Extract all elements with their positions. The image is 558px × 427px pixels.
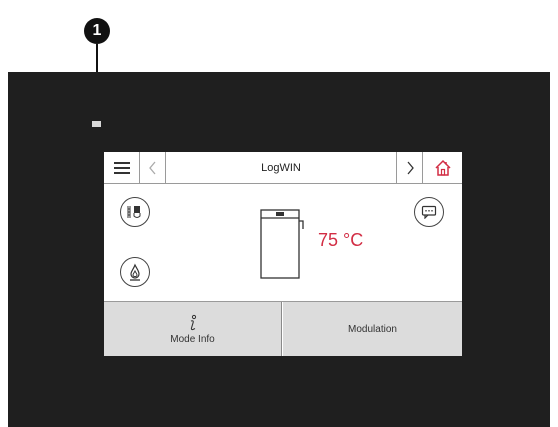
buffer-tank-icon xyxy=(127,206,141,218)
forward-button[interactable] xyxy=(396,152,422,183)
menu-button[interactable] xyxy=(104,152,140,183)
callout-badge: 1 xyxy=(84,18,110,44)
back-button[interactable] xyxy=(140,152,166,183)
boiler-icon xyxy=(260,209,304,279)
home-button[interactable] xyxy=(422,152,462,183)
home-icon xyxy=(434,159,451,176)
bottom-button-bar: Mode Info Modulation xyxy=(104,301,462,356)
top-bar: LogWIN xyxy=(104,152,462,184)
message-button[interactable] xyxy=(414,197,444,227)
modulation-label: Modulation xyxy=(348,323,397,335)
flame-icon xyxy=(130,263,140,281)
menu-icon xyxy=(113,159,130,177)
page-title: LogWIN xyxy=(261,161,301,174)
flame-button[interactable] xyxy=(120,257,150,287)
boiler-temperature: 75 °C xyxy=(318,230,364,250)
info-icon xyxy=(190,314,196,330)
mode-info-label: Mode Info xyxy=(170,333,215,345)
chevron-left-icon xyxy=(148,161,155,174)
touch-screen: LogWIN 75 °C Mode Info Modulation xyxy=(104,152,462,356)
modulation-button[interactable]: Modulation xyxy=(283,302,462,356)
message-icon xyxy=(421,205,437,219)
buffer-tank-button[interactable] xyxy=(120,197,150,227)
callout-marker xyxy=(92,121,101,127)
callout-number: 1 xyxy=(92,22,102,39)
chevron-right-icon xyxy=(407,161,414,174)
mode-info-button[interactable]: Mode Info xyxy=(104,302,282,356)
